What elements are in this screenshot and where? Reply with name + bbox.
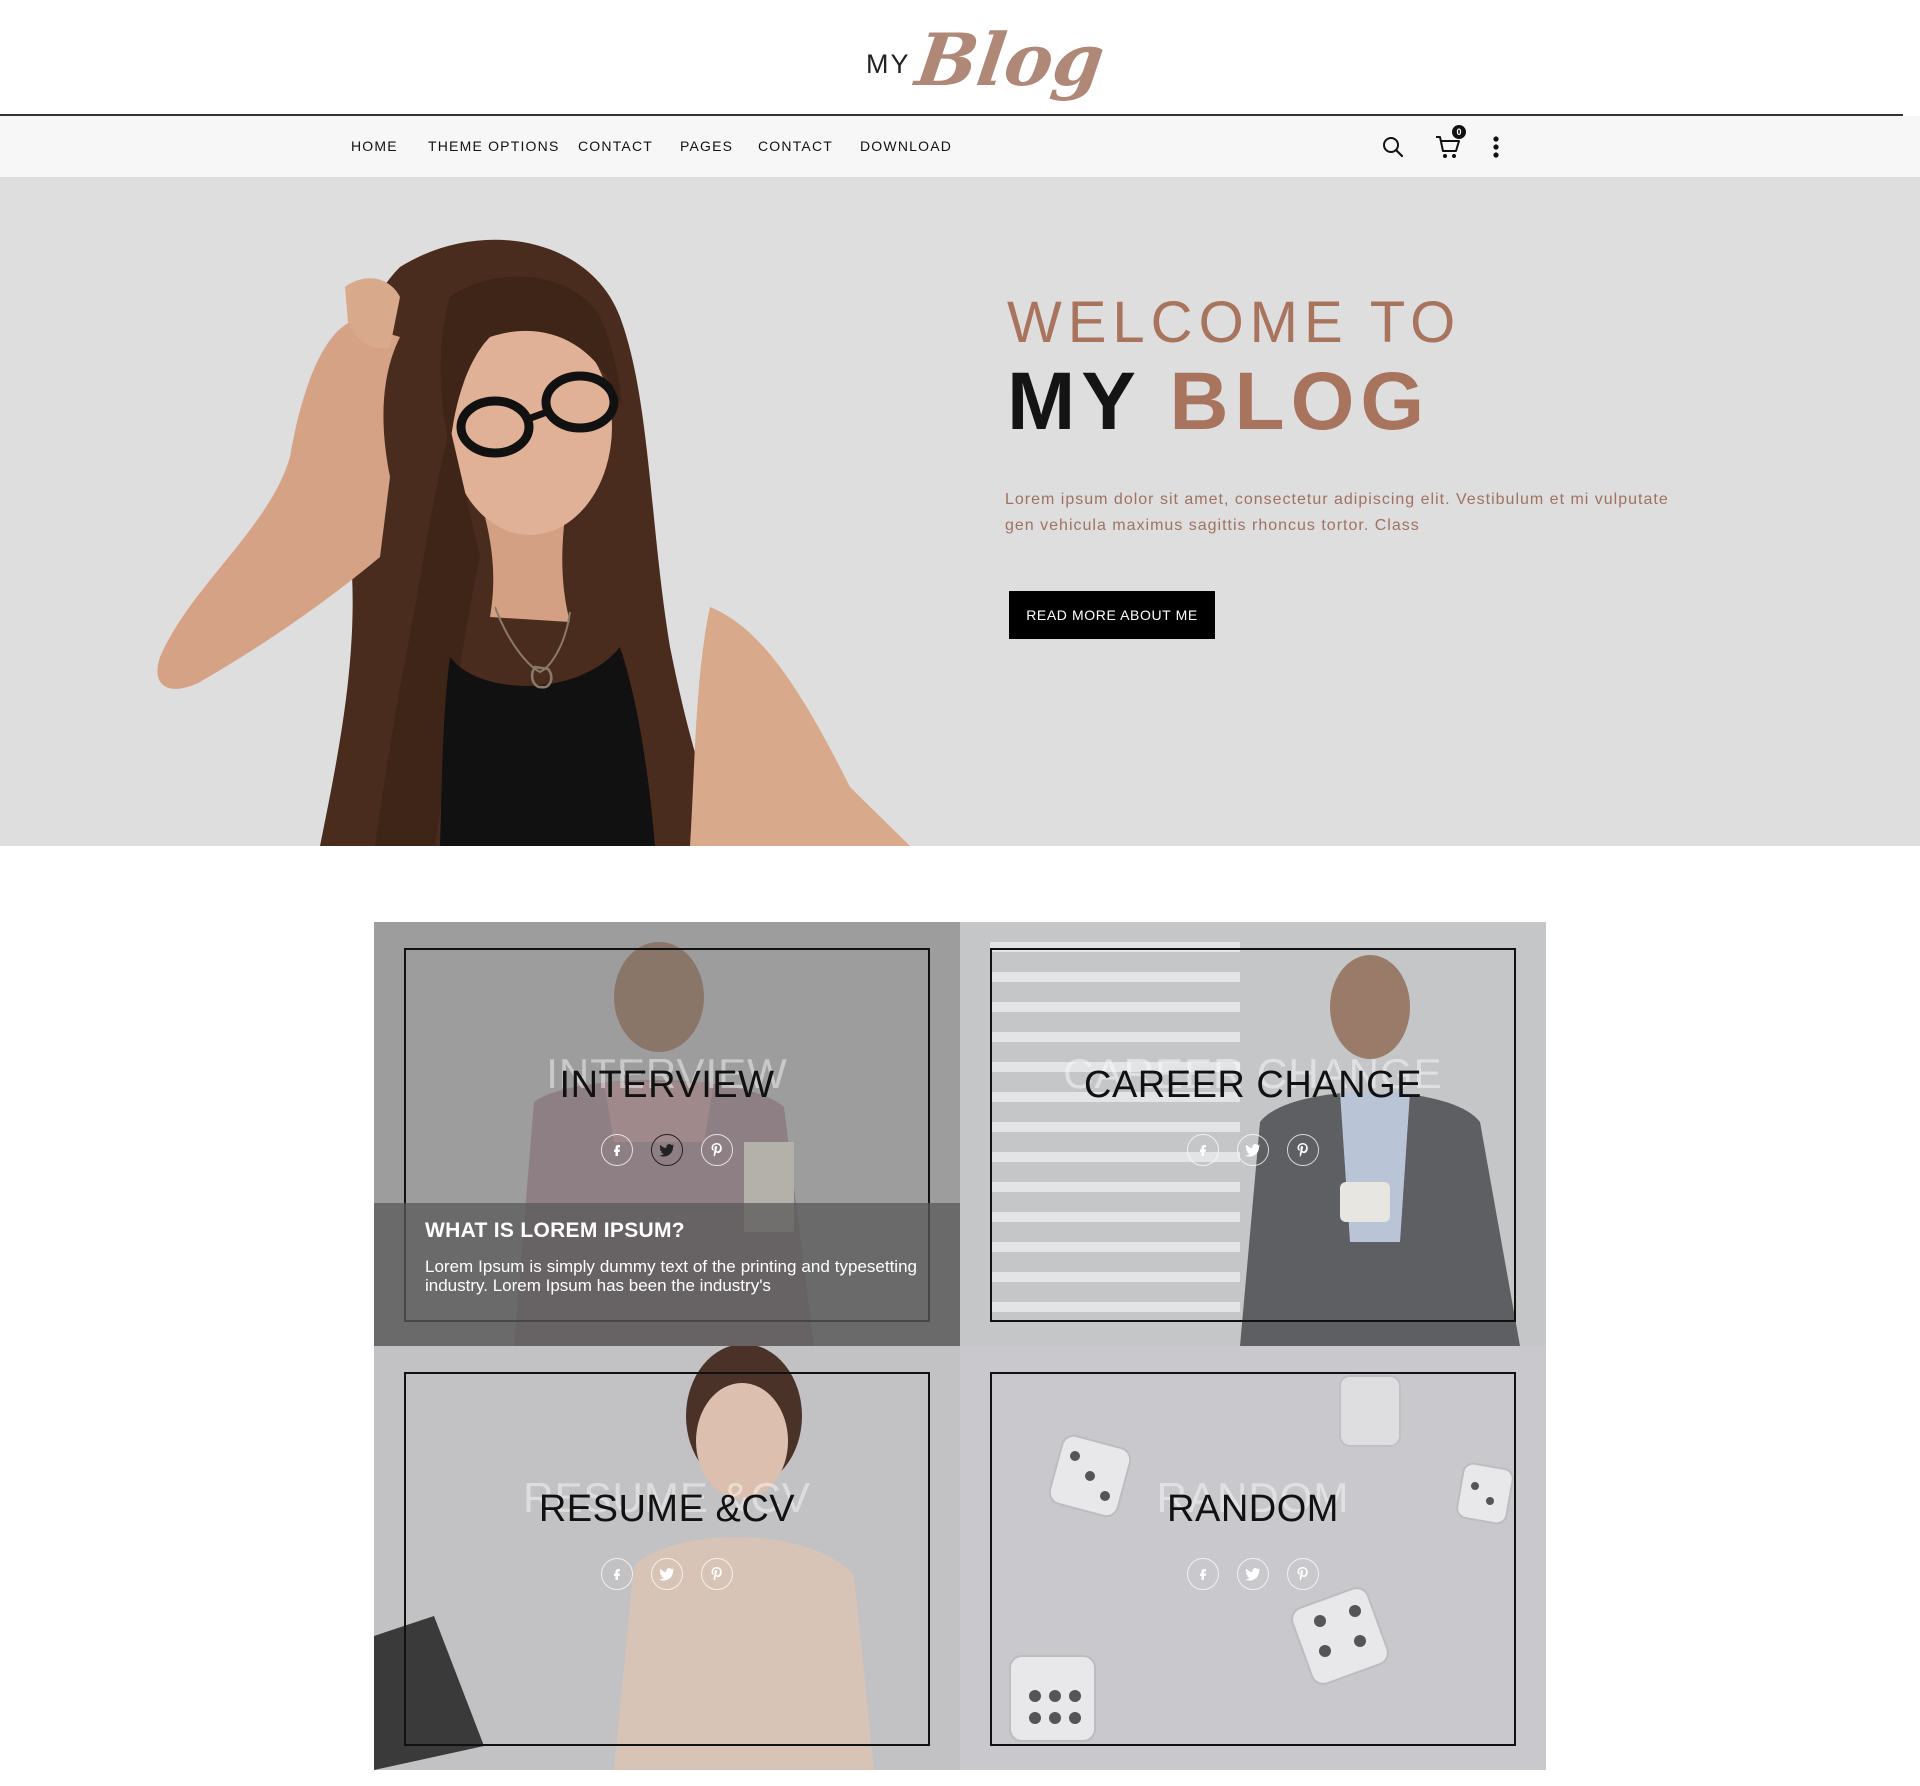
hero-welcome: WELCOME TO	[1007, 290, 1462, 355]
hero-woman-photo	[157, 239, 910, 846]
hero-title-accent: BLOG	[1169, 356, 1431, 447]
tile-career-change[interactable]: CAREER CHANGE CAREER CHANGE	[960, 922, 1546, 1346]
tile-interview[interactable]: INTERVIEW INTERVIEW WHAT IS LOREM IPSUM?…	[374, 922, 960, 1346]
category-tiles: INTERVIEW INTERVIEW WHAT IS LOREM IPSUM?…	[374, 922, 1546, 1771]
twitter-icon[interactable]	[651, 1558, 683, 1590]
read-more-button[interactable]: READ MORE ABOUT ME	[1009, 591, 1215, 639]
twitter-icon[interactable]	[1237, 1558, 1269, 1590]
nav-theme-options[interactable]: THEME OPTIONS	[428, 138, 560, 154]
tile-title: INTERVIEW	[559, 1064, 775, 1106]
tile-socials	[374, 1558, 960, 1590]
more-vertical-icon[interactable]	[1492, 135, 1500, 164]
hero-description: Lorem ipsum dolor sit amet, consectetur …	[1005, 491, 1669, 534]
tile-resume-cv[interactable]: RESUME &CV RESUME &CV	[374, 1346, 960, 1770]
nav-contact-2[interactable]: CONTACT	[758, 138, 833, 154]
overlay-text: Lorem Ipsum is simply dummy text of the …	[425, 1257, 917, 1295]
facebook-icon[interactable]	[601, 1134, 633, 1166]
logo-prefix: MY	[866, 49, 911, 79]
search-icon[interactable]	[1382, 136, 1404, 163]
nav-pages[interactable]: PAGES	[680, 138, 733, 154]
facebook-icon[interactable]	[1187, 1558, 1219, 1590]
twitter-icon[interactable]	[651, 1134, 683, 1166]
nav-contact[interactable]: CONTACT	[578, 138, 653, 154]
site-logo[interactable]: MY Blog	[866, 14, 1109, 104]
facebook-icon[interactable]	[601, 1558, 633, 1590]
tile-random[interactable]: RANDOM RANDOM	[960, 1346, 1546, 1770]
hero-title: MY BLOG	[1007, 355, 1430, 449]
nav-download[interactable]: DOWNLOAD	[860, 138, 952, 154]
tile-title: RESUME &CV	[538, 1488, 796, 1530]
pinterest-icon[interactable]	[701, 1134, 733, 1166]
tile-socials	[960, 1558, 1546, 1590]
tile-title: CAREER CHANGE	[1084, 1064, 1422, 1106]
main-nav: HOME THEME OPTIONS CONTACT PAGES CONTACT…	[0, 116, 1920, 177]
site-header: MY Blog	[0, 0, 1920, 116]
tile-socials	[960, 1134, 1546, 1166]
hero-title-dark: MY	[1007, 356, 1141, 447]
tile-hover-overlay: WHAT IS LOREM IPSUM? Lorem Ipsum is simp…	[374, 1203, 960, 1346]
cart-count-badge: 0	[1452, 125, 1466, 139]
pinterest-icon[interactable]	[1287, 1558, 1319, 1590]
pinterest-icon[interactable]	[701, 1558, 733, 1590]
tile-title: RANDOM	[1167, 1488, 1339, 1530]
nav-home[interactable]: HOME	[351, 138, 398, 154]
twitter-icon[interactable]	[1237, 1134, 1269, 1166]
facebook-icon[interactable]	[1187, 1134, 1219, 1166]
tile-socials	[374, 1134, 960, 1166]
pinterest-icon[interactable]	[1287, 1134, 1319, 1166]
overlay-title: WHAT IS LOREM IPSUM?	[425, 1219, 685, 1242]
hero-section: WELCOME TO MY BLOG Lorem ipsum dolor sit…	[0, 177, 1920, 846]
logo-script: Blog	[910, 17, 1110, 102]
